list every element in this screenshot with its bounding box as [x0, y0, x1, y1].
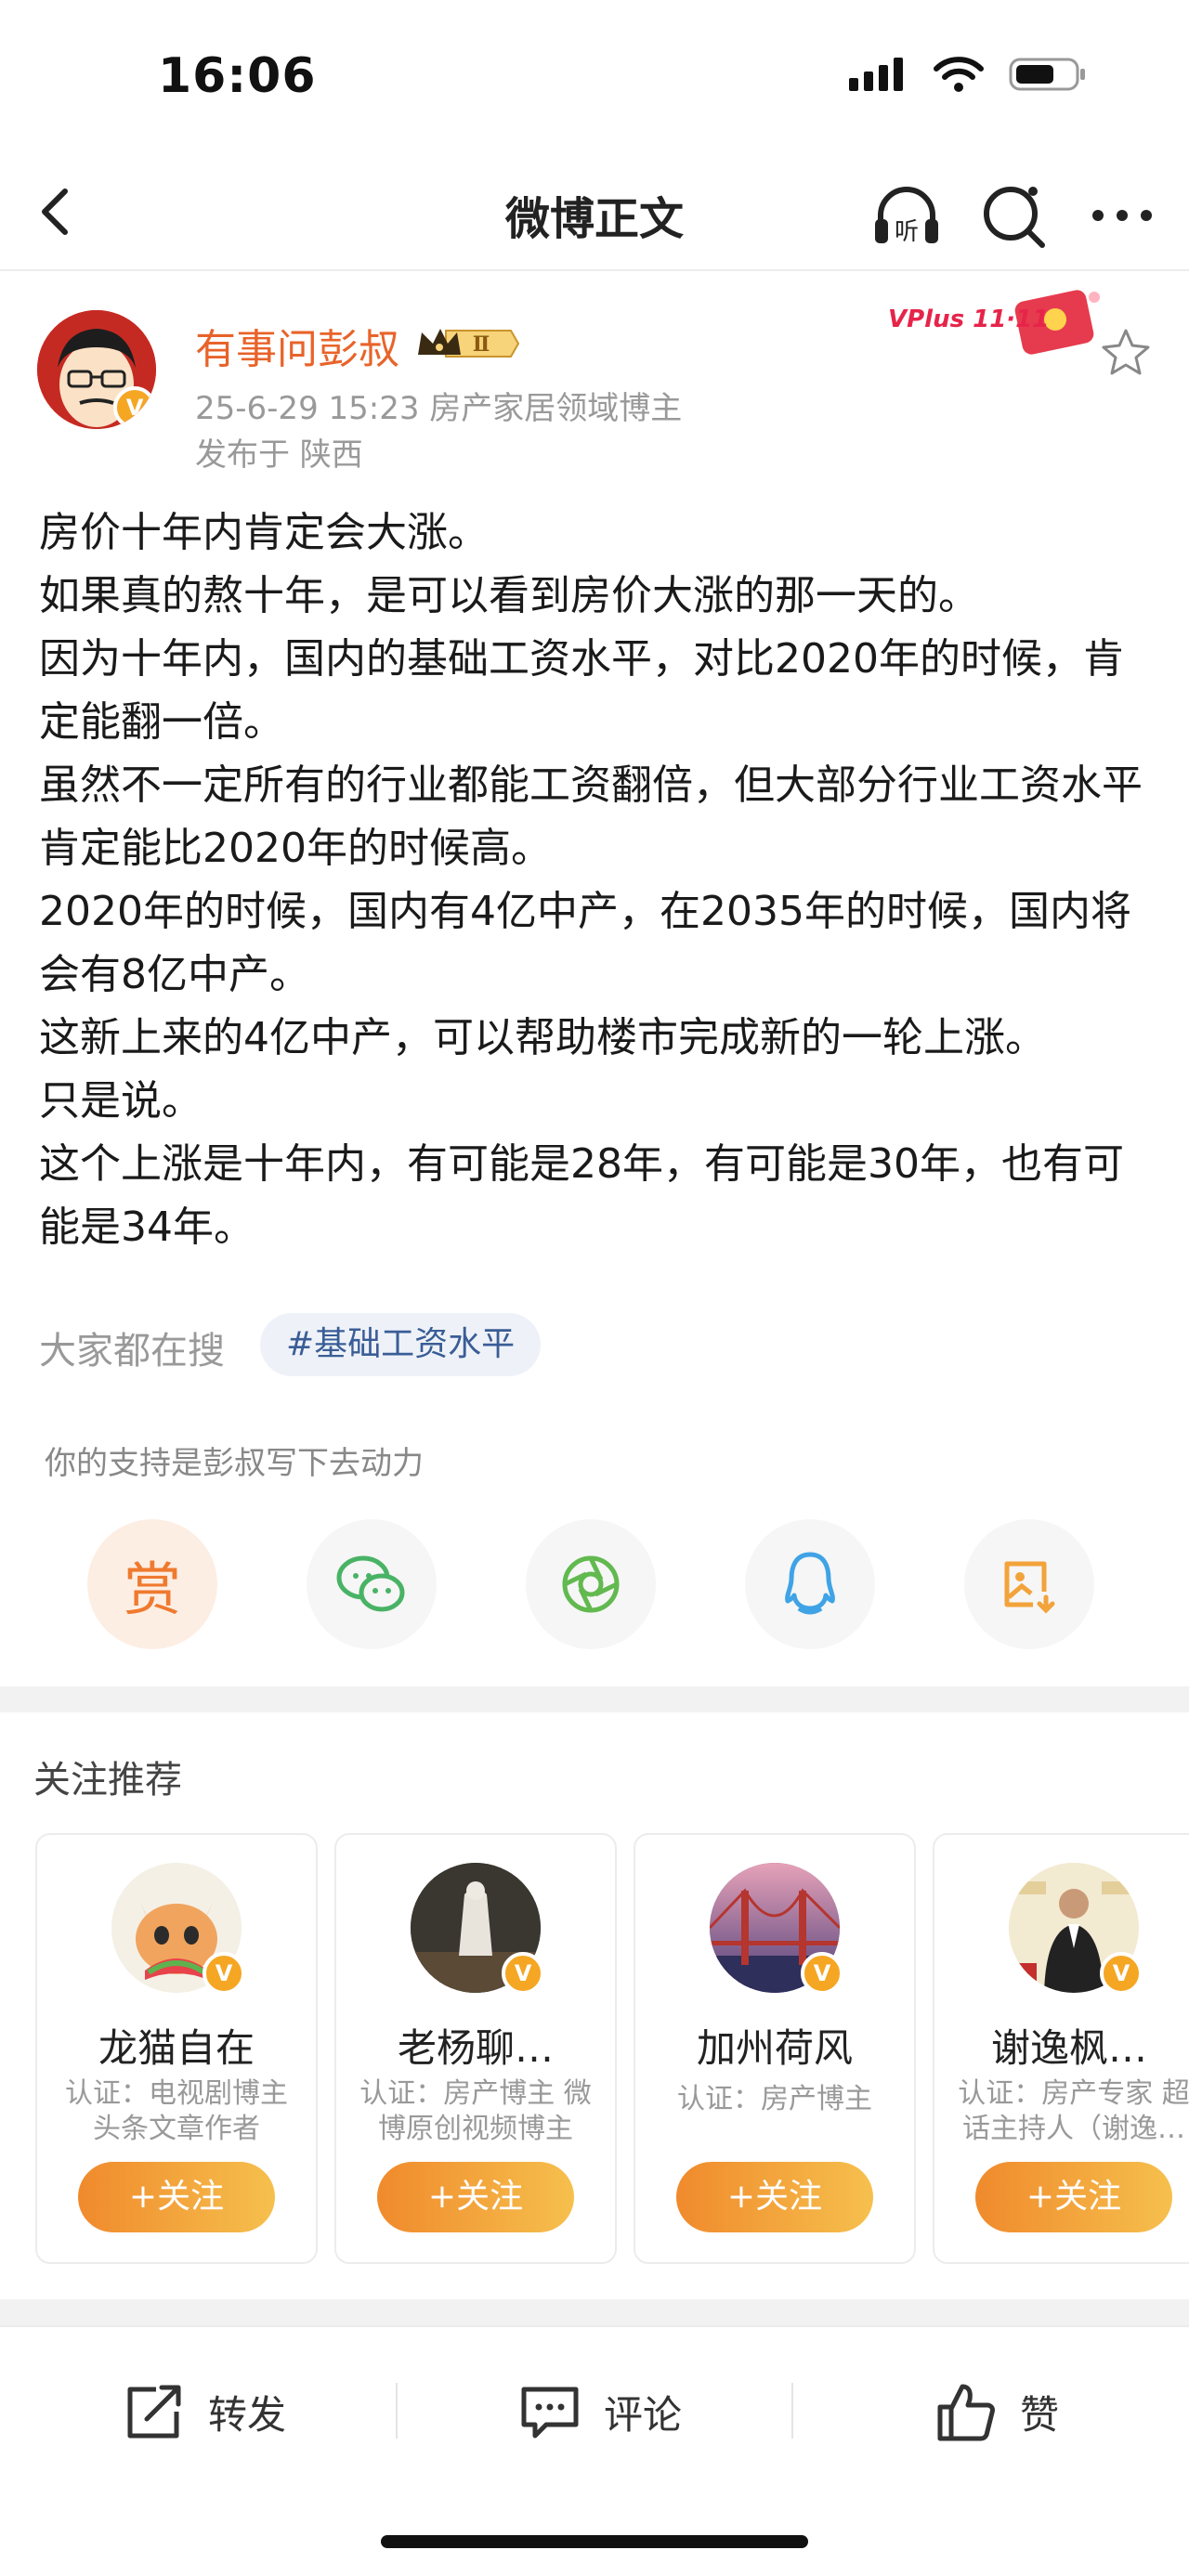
recommend-cert: 认证：房产专家 超话主持人（谢逸…: [958, 2077, 1189, 2145]
recommend-card[interactable]: V 龙猫自在 认证：电视剧博主 头条文章作者 +关注: [35, 1833, 318, 2264]
wechat-icon: [336, 1555, 405, 1612]
action-separator: [396, 2383, 398, 2439]
search-button[interactable]: [977, 178, 1052, 253]
post-paragraph: 这个上涨是十年内，有可能是28年，有可能是30年，也有可能是34年。: [39, 1140, 1124, 1251]
bottom-action-bar: 转发 评论 赞: [0, 2325, 1189, 2494]
recommend-card[interactable]: V 加州荷风 认证：房产博主 +关注: [634, 1833, 916, 2264]
moments-icon: [562, 1555, 620, 1613]
author-avatar[interactable]: V: [37, 310, 156, 429]
wifi-icon: [934, 57, 984, 92]
follow-button[interactable]: +关注: [975, 2162, 1172, 2232]
home-indicator: [381, 2535, 808, 2548]
trending-hashtag[interactable]: #基础工资水平: [260, 1313, 542, 1376]
recommend-title: 关注推荐: [33, 1759, 182, 1802]
like-label: 赞: [1020, 2391, 1060, 2438]
more-dots-icon: [1092, 210, 1152, 221]
reward-icon: 赏: [123, 1555, 181, 1623]
trending-search-label: 大家都在搜: [39, 1330, 225, 1373]
post-paragraph: 房价十年内肯定会大涨。: [39, 509, 489, 556]
recommend-name: 老杨聊…: [397, 2025, 554, 2071]
recommend-card[interactable]: V 谢逸枫… 认证：房产专家 超话主持人（谢逸… +关注: [933, 1833, 1189, 2264]
qq-icon: [785, 1552, 835, 1615]
verified-badge: V: [1100, 1952, 1143, 1995]
listen-button[interactable]: 听: [869, 178, 944, 249]
search-icon: [984, 187, 1045, 248]
nav-bar: 微博正文 听: [0, 158, 1189, 271]
post-location: 发布于 陕西: [195, 436, 363, 474]
author-name[interactable]: 有事问彭叔: [195, 316, 399, 375]
member-level-badge[interactable]: Ⅱ: [414, 323, 522, 368]
post-paragraph: 只是说。: [39, 1077, 203, 1125]
verified-badge: V: [113, 386, 156, 429]
star-outline-icon: [1102, 329, 1150, 375]
cellular-signal-icon: [849, 58, 903, 91]
status-icons: [849, 56, 1087, 93]
comment-button[interactable]: 评论: [518, 2379, 682, 2444]
favorite-button[interactable]: [1098, 325, 1154, 381]
recommend-cert: 认证：房产博主 微博原创视频博主: [359, 2077, 592, 2145]
svg-text:听: 听: [895, 218, 919, 246]
save-image-icon: [1004, 1561, 1055, 1614]
vplus-label: VPlus 11·11: [888, 306, 1049, 333]
post-paragraph: 如果真的熬十年，是可以看到房价大涨的那一天的。: [39, 572, 979, 619]
follow-button[interactable]: +关注: [676, 2162, 873, 2232]
recommend-name: 龙猫自在: [98, 2025, 255, 2071]
post-paragraph: 2020年的时候，国内有4亿中产，在2035年的时候，国内将会有8亿中产。: [39, 888, 1131, 998]
comment-icon: [521, 2387, 579, 2439]
vplus-promo-banner[interactable]: VPlus 11·11: [879, 279, 1111, 362]
share-qq-button[interactable]: [745, 1519, 875, 1649]
headphones-icon: 听: [875, 187, 938, 246]
recommend-name: 加州荷风: [696, 2025, 853, 2071]
follow-button[interactable]: +关注: [377, 2162, 574, 2232]
red-envelope-icon: VPlus 11·11: [888, 290, 1100, 355]
verified-badge: V: [801, 1952, 843, 1995]
share-wechat-button[interactable]: [307, 1519, 437, 1649]
status-time: 16:06: [158, 48, 317, 104]
thumbs-up-icon: [937, 2384, 995, 2441]
repost-label: 转发: [208, 2391, 287, 2438]
crown-level-icon: Ⅱ: [418, 329, 520, 358]
follow-button[interactable]: +关注: [78, 2162, 275, 2232]
reward-button[interactable]: 赏: [87, 1519, 217, 1649]
post-paragraph: 因为十年内，国内的基础工资水平，对比2020年的时候，肯定能翻一倍。: [39, 635, 1124, 746]
post-meta: 25-6-29 15:23 房产家居领域博主: [195, 390, 683, 427]
post-paragraph: 虽然不一定所有的行业都能工资翻倍，但大部分行业工资水平肯定能比2020年的时候高…: [39, 761, 1143, 872]
like-button[interactable]: 赞: [934, 2379, 1059, 2444]
verified-badge: V: [502, 1952, 544, 1995]
more-button[interactable]: [1085, 178, 1159, 253]
section-divider: [0, 2299, 1189, 2325]
save-image-button[interactable]: [964, 1519, 1094, 1649]
section-divider: [0, 1686, 1189, 1712]
repost-icon: [127, 2385, 181, 2439]
recommend-card[interactable]: V 老杨聊… 认证：房产博主 微博原创视频博主 +关注: [334, 1833, 617, 2264]
action-separator: [791, 2383, 793, 2439]
repost-button[interactable]: 转发: [123, 2379, 286, 2444]
comment-label: 评论: [604, 2391, 683, 2438]
recommend-cert: 认证：电视剧博主 头条文章作者: [65, 2077, 288, 2145]
recommend-cert: 认证：房产博主: [677, 2083, 872, 2115]
post-paragraph: 这新上来的4亿中产，可以帮助楼市完成新的一轮上涨。: [39, 1014, 1046, 1061]
recommend-name: 谢逸枫…: [990, 2025, 1147, 2071]
level-number: Ⅱ: [473, 332, 490, 357]
support-prompt: 你的支持是彭叔写下去动力: [45, 1445, 424, 1482]
battery-icon: [1009, 58, 1085, 91]
post-content: 房价十年内肯定会大涨。 如果真的熬十年，是可以看到房价大涨的那一天的。 因为十年…: [39, 501, 1163, 1259]
verified-badge: V: [203, 1952, 245, 1995]
share-moments-button[interactable]: [526, 1519, 656, 1649]
